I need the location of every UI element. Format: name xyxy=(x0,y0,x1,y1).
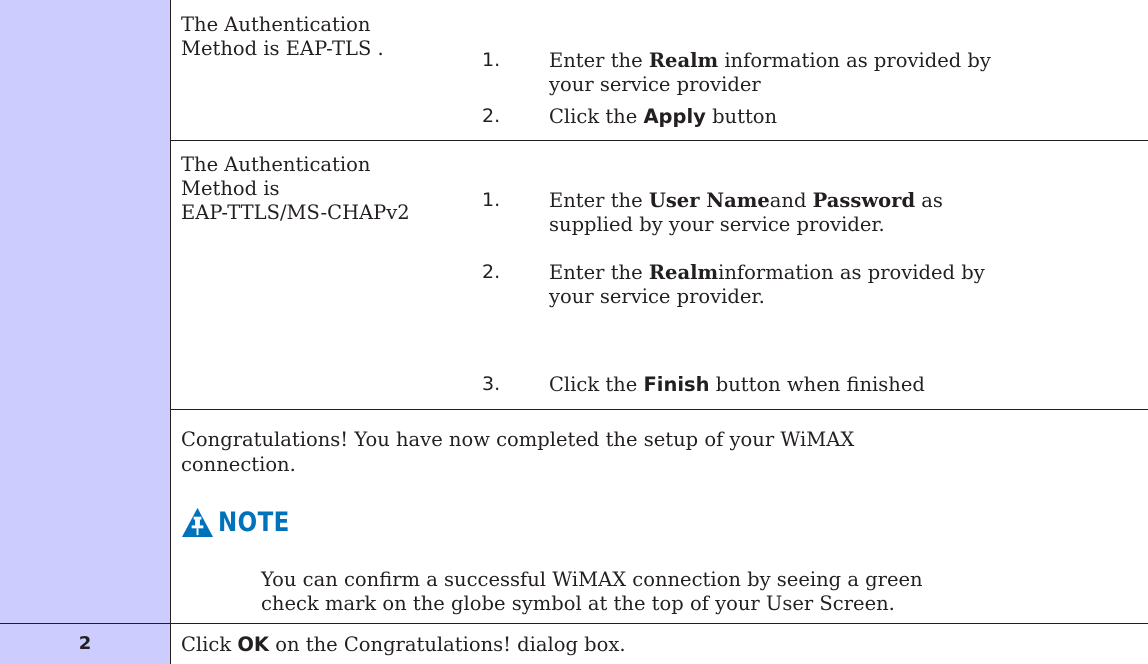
substep-number: 1. xyxy=(482,189,501,211)
row-divider xyxy=(170,409,1148,410)
step-column-shade xyxy=(0,0,170,623)
step-number: 2 xyxy=(78,633,92,654)
step-text: Click OK on the Congratulations! dialog … xyxy=(181,633,626,656)
column-divider xyxy=(170,0,171,664)
note-text: You can confirm a successful WiMAX conne… xyxy=(261,568,923,615)
auth-condition-eap-tls: The Authentication Method is EAP-TLS . xyxy=(181,13,384,60)
substep-text: Click the Apply button xyxy=(549,105,778,128)
substep-text: Click the Finish button when finished xyxy=(549,373,925,396)
row-divider xyxy=(170,140,1148,141)
pushpin-warning-icon xyxy=(181,507,214,537)
substep-number: 1. xyxy=(482,49,501,71)
substep-text: Enter the Realm information as provided … xyxy=(549,49,991,96)
step-divider xyxy=(0,623,1148,624)
auth-condition-eap-ttls: The Authentication Method is EAP-TTLS/MS… xyxy=(181,153,410,224)
substep-text: Enter the User Nameand Password as suppl… xyxy=(549,189,943,236)
substep-number: 2. xyxy=(482,261,501,283)
substep-text: Enter the Realminformation as provided b… xyxy=(549,261,985,308)
congratulations-text: Congratulations! You have now completed … xyxy=(181,428,855,476)
note-label: NOTE xyxy=(218,506,290,538)
substep-number: 3. xyxy=(482,373,501,395)
note-heading: NOTE xyxy=(181,505,302,539)
substep-number: 2. xyxy=(482,105,501,127)
